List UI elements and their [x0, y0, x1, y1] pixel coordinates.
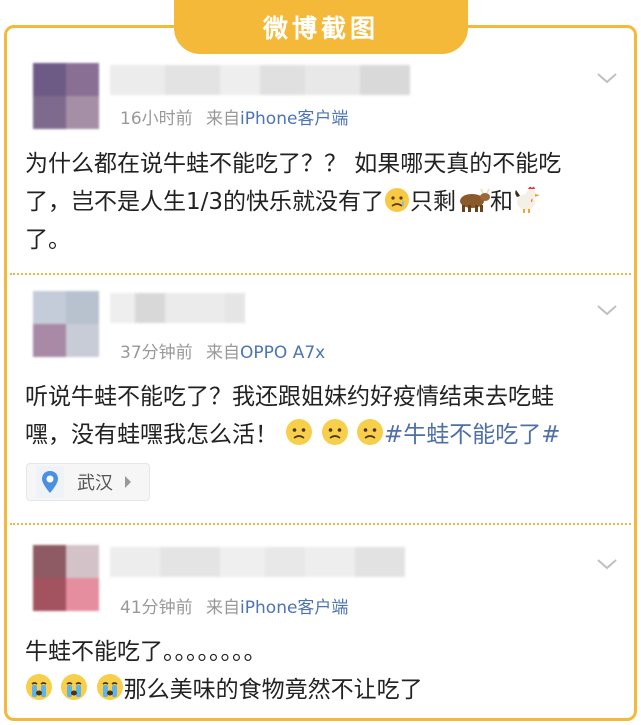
- post-line-text: 那么美味的食物竟然不让吃了: [123, 677, 423, 703]
- post-3: 41分钟前 来自iPhone客户端 牛蛙不能吃了。。。。。。。。 那么美味的食物…: [7, 533, 634, 718]
- arrow-right-icon: [125, 476, 131, 488]
- post-text: 为什么都在说牛蛙不能吃了？？ 如果哪天真的不能吃 了，岂不是人生1/3的快乐就没…: [25, 145, 561, 259]
- chevron-down-icon[interactable]: [594, 297, 620, 323]
- frown-emoji-icon: [321, 419, 348, 445]
- post-text: 听说牛蛙不能吃了？我还跟姐妹约好疫情结束去吃蛙 嘿，没有蛙嘿我怎么活！ #牛蛙不…: [25, 378, 560, 454]
- post-line: 牛蛙不能吃了。。。。。。。。: [25, 639, 267, 665]
- crying-emoji-icon: [96, 674, 123, 700]
- username-blurred[interactable]: [110, 547, 405, 577]
- post-line: 为什么都在说牛蛙不能吃了？？ 如果哪天真的不能吃: [25, 151, 562, 177]
- post-from-label: 来自: [206, 598, 241, 618]
- post-source[interactable]: OPPO A7x: [240, 343, 325, 363]
- avatar[interactable]: [33, 63, 99, 129]
- crying-emoji-icon: [61, 674, 88, 700]
- post-line: 听说牛蛙不能吃了？我还跟姐妹约好疫情结束去吃蛙: [25, 384, 554, 410]
- avatar[interactable]: [33, 545, 99, 611]
- post-from-label: 来自: [206, 343, 241, 363]
- chevron-down-icon[interactable]: [594, 551, 620, 577]
- post-line-text: 了，岂不是人生1/3的快乐就没有了: [25, 189, 385, 215]
- avatar[interactable]: [33, 291, 99, 357]
- crying-emoji-icon: [26, 674, 52, 700]
- post-time: 41分钟前: [120, 598, 193, 618]
- post-time: 16小时前: [120, 109, 193, 129]
- post-line-text: 嘿，没有蛙嘿我怎么活！: [25, 422, 278, 448]
- username-blurred[interactable]: [110, 65, 410, 95]
- username-blurred[interactable]: [110, 293, 245, 323]
- hashtag-link[interactable]: #牛蛙不能吃了#: [384, 422, 561, 448]
- divider: [10, 523, 631, 525]
- header-title: 微博截图: [174, 0, 468, 54]
- post-line-text: 只剩: [410, 189, 457, 215]
- post-text: 牛蛙不能吃了。。。。。。。。 那么美味的食物竟然不让吃了: [25, 633, 423, 709]
- post-2: 37分钟前 来自OPPO A7x 听说牛蛙不能吃了？我还跟姐妹约好疫情结束去吃蛙…: [7, 283, 634, 518]
- post-meta: 16小时前 来自iPhone客户端: [120, 104, 348, 129]
- frown-emoji-icon: [356, 419, 383, 445]
- location-tag[interactable]: 武汉: [26, 463, 150, 501]
- post-source[interactable]: iPhone客户端: [240, 109, 348, 129]
- post-source[interactable]: iPhone客户端: [240, 598, 348, 618]
- post-line-text: 和: [490, 189, 514, 215]
- post-1: 16小时前 来自iPhone客户端 为什么都在说牛蛙不能吃了？？ 如果哪天真的不…: [7, 55, 634, 270]
- post-time: 37分钟前: [120, 343, 193, 363]
- cow-emoji-icon: [460, 188, 491, 212]
- post-line: 了，岂不是人生1/3的快乐就没有了只剩和了。: [25, 183, 561, 221]
- post-meta: 41分钟前 来自iPhone客户端: [120, 593, 348, 618]
- frown-emoji-icon: [286, 419, 313, 445]
- chevron-down-icon[interactable]: [594, 65, 620, 91]
- post-meta: 37分钟前 来自OPPO A7x: [120, 338, 325, 363]
- location-pin-icon: [36, 466, 64, 498]
- post-line: 嘿，没有蛙嘿我怎么活！ #牛蛙不能吃了#: [25, 416, 560, 454]
- post-line: 那么美味的食物竟然不让吃了: [25, 671, 423, 709]
- rooster-emoji-icon: [515, 186, 541, 213]
- sad-emoji-icon: [385, 188, 410, 212]
- divider: [10, 273, 631, 275]
- post-line: 了。: [25, 227, 71, 253]
- location-name: 武汉: [77, 473, 113, 494]
- post-from-label: 来自: [206, 109, 241, 129]
